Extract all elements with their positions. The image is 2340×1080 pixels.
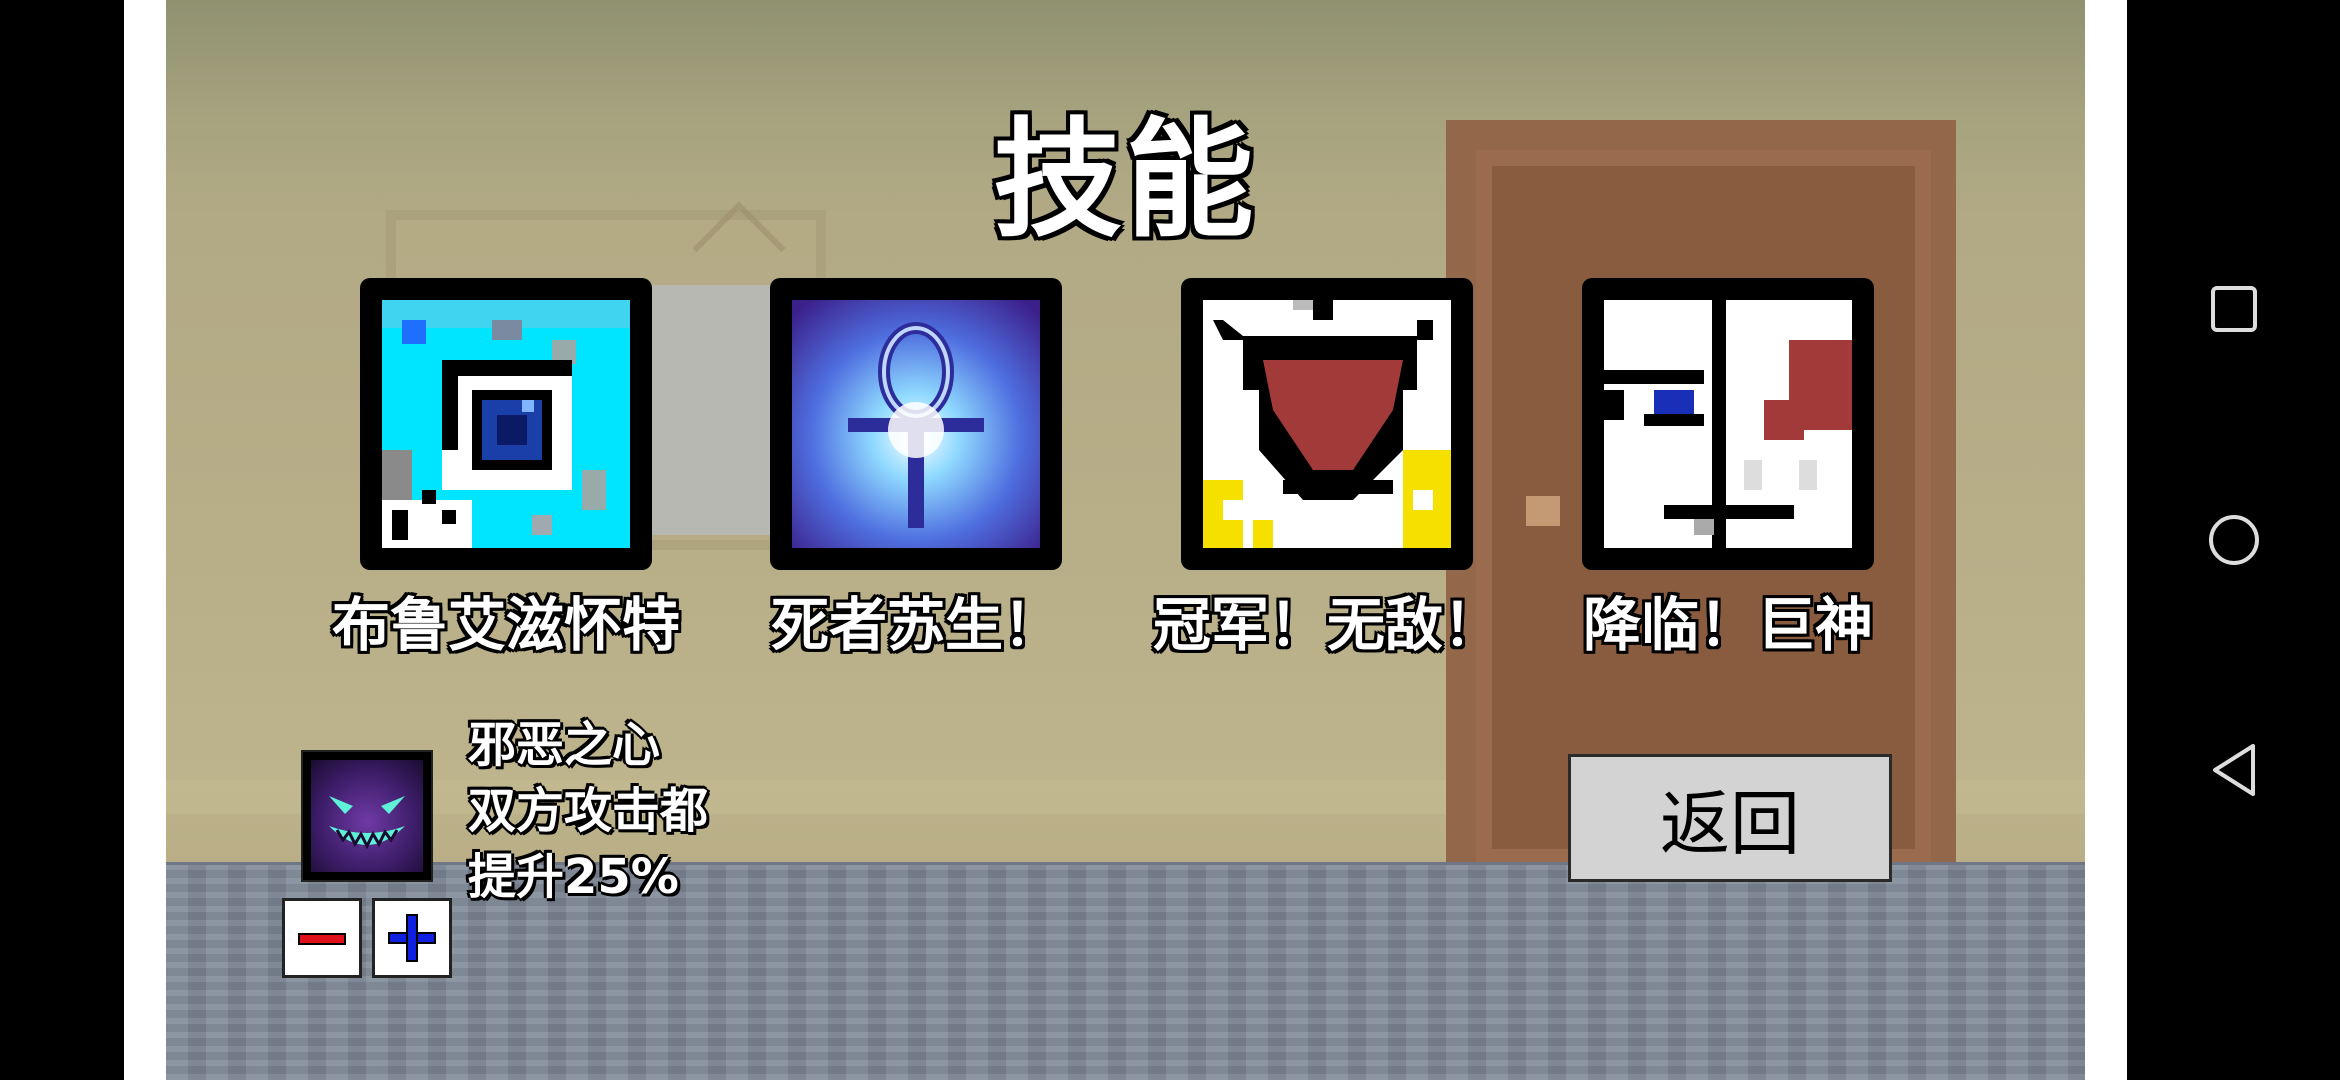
giant-face-skill-icon (1604, 300, 1852, 548)
circle-icon (2208, 515, 2259, 565)
recent-apps-button[interactable] (2127, 269, 2340, 349)
skill-label-2: 死者苏生！ (770, 591, 1061, 659)
champion-skill-icon (1203, 300, 1451, 548)
skill-card-2[interactable] (770, 278, 1062, 570)
skill-label-4: 降临！巨神 (1582, 591, 1873, 659)
selected-skill-name: 邪恶之心 (468, 717, 661, 773)
system-nav-bar (2127, 0, 2340, 1080)
home-button[interactable] (2127, 500, 2340, 580)
square-icon (2210, 286, 2257, 332)
ankh-skill-icon (792, 300, 1040, 548)
plus-icon (388, 914, 436, 962)
plus-button[interactable] (372, 898, 452, 978)
selected-skill-effect-line1: 双方攻击都 (468, 783, 709, 839)
eye-skill-icon (382, 300, 630, 548)
game-viewport: 技能 布鲁艾滋怀特 死者苏生！ 冠军！无敌！ 降临！巨神 邪恶之心 双方攻击都 … (166, 0, 2085, 1080)
back-button[interactable]: 返回 (1568, 754, 1892, 882)
stone-floor (166, 865, 2085, 1080)
page-title: 技能 (993, 106, 1258, 255)
screen: 技能 布鲁艾滋怀特 死者苏生！ 冠军！无敌！ 降临！巨神 邪恶之心 双方攻击都 … (0, 0, 2340, 1080)
evil-heart-icon (311, 760, 423, 872)
letterbox-left (124, 0, 166, 1080)
skill-card-3[interactable] (1181, 278, 1473, 570)
door-knob (1526, 496, 1560, 526)
skill-label-3: 冠军！无敌！ (1152, 591, 1501, 659)
selected-skill-icon-frame (301, 750, 433, 882)
selected-skill-effect-line2: 提升25% (468, 849, 679, 905)
skill-label-1: 布鲁艾滋怀特 (331, 591, 680, 659)
minus-icon (298, 933, 346, 945)
triangle-icon (2212, 744, 2255, 796)
letterbox-right (2085, 0, 2127, 1080)
selected-skill-description: 邪恶之心 双方攻击都 提升25% (468, 712, 708, 910)
minus-button[interactable] (282, 898, 362, 978)
skill-card-4[interactable] (1582, 278, 1874, 570)
nav-back-button[interactable] (2127, 730, 2340, 810)
skill-card-1[interactable] (360, 278, 652, 570)
